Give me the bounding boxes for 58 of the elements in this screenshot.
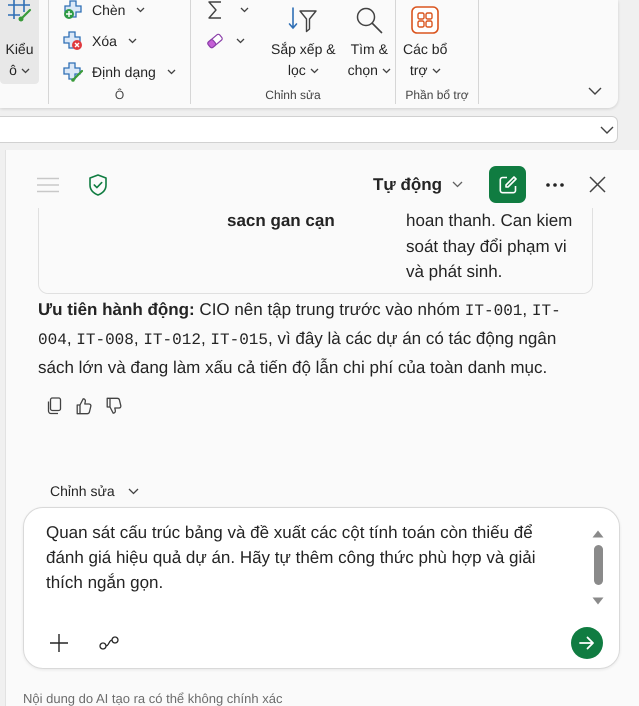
sort-filter-button[interactable]: Sắp xếp & lọc bbox=[268, 0, 339, 84]
caret-icon bbox=[432, 68, 441, 74]
scrollbar-thumb[interactable] bbox=[594, 545, 602, 585]
caret-icon bbox=[166, 69, 176, 75]
compose-icon bbox=[498, 174, 518, 194]
close-icon bbox=[588, 176, 606, 193]
group-label: Ô bbox=[114, 87, 126, 103]
prompt-field[interactable]: Quan sát cấu trúc bảng và đề xuất các cột tính toán còn thiếu để đánh giá hiệu quả dự án. Hãy tự thêm công thức phù hợp và giải thích ngắn gọn. bbox=[46, 520, 592, 623]
chevron-down-icon bbox=[600, 126, 614, 134]
caret-icon bbox=[128, 38, 137, 44]
sort-filter-icon bbox=[288, 4, 318, 34]
cells-delete-icon bbox=[63, 31, 83, 51]
message-paragraph: Ưu tiên hành động: CIO nên tập trung trước vào nhóm IT-001, IT-004, IT-008, IT-012, IT-015, vì đây là các dự án có tác động ngân sách lớn và đang làm xấu cả tiến độ lẫn chi phí của toàn danh mục. bbox=[38, 298, 562, 378]
insert-button[interactable]: Chèn bbox=[61, 0, 178, 20]
arrow-right-icon bbox=[579, 636, 595, 650]
grid-tiles-icon bbox=[411, 6, 440, 34]
thumbs-up-icon bbox=[75, 396, 92, 414]
more-icon bbox=[546, 182, 564, 186]
caret-icon bbox=[310, 68, 319, 74]
menu-icon bbox=[36, 176, 60, 192]
dislike-button[interactable] bbox=[104, 396, 123, 416]
search-icon bbox=[355, 6, 384, 34]
caret-icon bbox=[240, 7, 249, 13]
thumbs-down-icon bbox=[105, 396, 122, 414]
delete-button[interactable]: Xóa bbox=[61, 31, 178, 51]
new-chat-button[interactable] bbox=[489, 166, 526, 203]
add-ins-button[interactable]: Các bổ trợ bbox=[400, 0, 450, 84]
plus-icon bbox=[50, 634, 68, 652]
like-button[interactable] bbox=[74, 396, 93, 416]
add-button[interactable] bbox=[49, 633, 69, 653]
mode-dropdown[interactable]: Tự động bbox=[373, 166, 463, 203]
find-select-button[interactable]: Tìm & chọn bbox=[344, 0, 394, 84]
scroll-down-icon bbox=[592, 597, 604, 605]
group-label: Chỉnh sửa bbox=[264, 87, 322, 103]
disclaimer-text: Nội dung do AI tạo ra có thể không chính xác bbox=[23, 691, 284, 706]
cell-styles-button[interactable]: Kiểu ô bbox=[0, 0, 39, 84]
table-cell-text: sacn gan cạn bbox=[227, 210, 335, 232]
chevron-down-icon bbox=[452, 181, 463, 188]
table-cell-text: hoan thanh. Can kiem soát thay đổi phạm vi và phát sinh. bbox=[406, 210, 574, 283]
caret-icon bbox=[136, 7, 146, 13]
caret-icon bbox=[382, 68, 391, 74]
group-label: Phần bổ trợ bbox=[404, 87, 470, 103]
mode-dropdown[interactable]: Chỉnh sửa bbox=[50, 481, 139, 501]
format-button[interactable]: Định dạng bbox=[61, 62, 178, 82]
caret-icon bbox=[236, 38, 245, 44]
grid-brush-icon bbox=[8, 0, 32, 22]
send-button[interactable] bbox=[571, 627, 603, 659]
caret-icon bbox=[20, 68, 30, 74]
nodes-icon bbox=[99, 636, 119, 650]
scroll-up-icon bbox=[592, 530, 604, 538]
shield-check-icon bbox=[88, 174, 108, 196]
sum-icon bbox=[206, 0, 224, 20]
copy-button[interactable] bbox=[45, 396, 63, 416]
formula-bar-field[interactable] bbox=[0, 116, 618, 143]
chevron-down-icon bbox=[588, 87, 602, 95]
chevron-down-icon bbox=[128, 488, 139, 494]
cells-pen-icon bbox=[63, 62, 83, 82]
copy-icon bbox=[46, 396, 62, 414]
